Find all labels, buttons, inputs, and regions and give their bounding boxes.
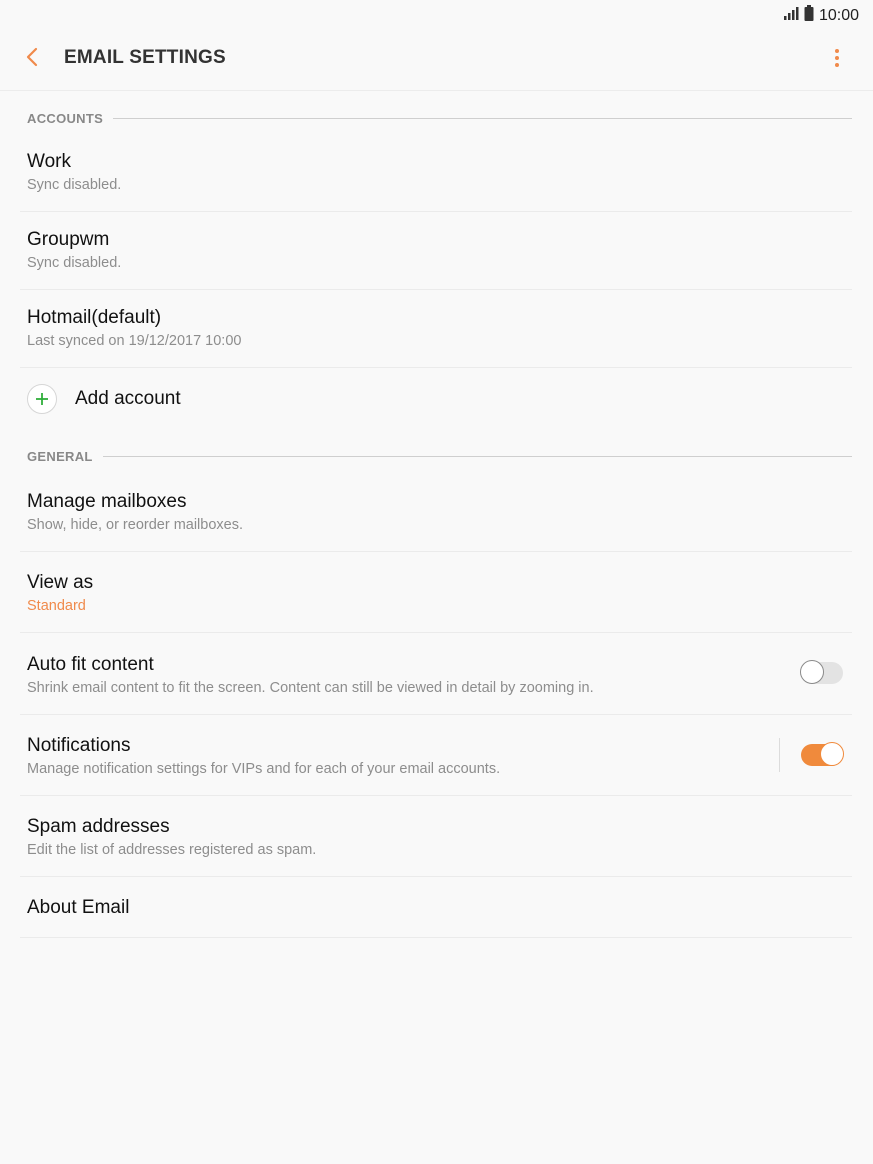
toggle-divider xyxy=(779,738,780,772)
more-options-button[interactable] xyxy=(823,46,851,74)
section-divider xyxy=(102,455,852,457)
account-row-hotmail[interactable]: Hotmail(default) Last synced on 19/12/20… xyxy=(20,290,852,368)
accounts-section-header: ACCOUNTS xyxy=(27,108,852,128)
item-title: View as xyxy=(27,572,94,593)
item-title: Auto fit content xyxy=(27,654,154,675)
account-row-work[interactable]: Work Sync disabled. xyxy=(20,134,852,212)
status-bar: 10:00 xyxy=(0,0,873,28)
account-title: Hotmail(default) xyxy=(27,307,162,328)
view-as-item[interactable]: View as Standard xyxy=(20,552,852,633)
item-title: Manage mailboxes xyxy=(27,491,187,512)
section-divider xyxy=(113,117,852,119)
about-email-item[interactable]: About Email xyxy=(20,877,852,938)
manage-mailboxes-item[interactable]: Manage mailboxes Show, hide, or reorder … xyxy=(20,472,852,552)
more-vertical-icon xyxy=(834,48,840,73)
plus-icon xyxy=(27,384,57,414)
account-subtitle: Sync disabled. xyxy=(27,255,122,271)
app-bar: EMAIL SETTINGS xyxy=(0,28,873,91)
auto-fit-content-toggle[interactable] xyxy=(800,660,843,684)
account-title: Groupwm xyxy=(27,229,110,250)
item-subtitle: Manage notification settings for VIPs an… xyxy=(27,761,501,777)
item-subtitle: Show, hide, or reorder mailboxes. xyxy=(27,517,243,533)
notifications-item[interactable]: Notifications Manage notification settin… xyxy=(20,715,852,796)
account-subtitle: Sync disabled. xyxy=(27,177,122,193)
toggle-knob xyxy=(820,742,844,766)
add-account-label: Add account xyxy=(75,388,181,409)
item-title: About Email xyxy=(27,897,130,918)
back-button[interactable] xyxy=(18,45,46,73)
spam-addresses-item[interactable]: Spam addresses Edit the list of addresse… xyxy=(20,796,852,877)
account-row-groupwm[interactable]: Groupwm Sync disabled. xyxy=(20,212,852,290)
section-label: ACCOUNTS xyxy=(27,110,104,126)
item-title: Notifications xyxy=(27,735,131,756)
section-label: GENERAL xyxy=(27,448,93,464)
item-subtitle: Edit the list of addresses registered as… xyxy=(27,842,317,858)
notifications-toggle[interactable] xyxy=(801,742,844,766)
general-section-header: GENERAL xyxy=(27,446,852,466)
battery-icon xyxy=(804,5,814,26)
add-account-button[interactable]: Add account xyxy=(20,368,852,430)
auto-fit-content-item[interactable]: Auto fit content Shrink email content to… xyxy=(20,633,852,715)
item-subtitle: Shrink email content to fit the screen. … xyxy=(27,680,594,696)
account-subtitle: Last synced on 19/12/2017 10:00 xyxy=(27,333,242,349)
toggle-knob xyxy=(800,660,824,684)
status-time: 10:00 xyxy=(818,6,859,24)
view-as-value: Standard xyxy=(27,598,86,614)
item-title: Spam addresses xyxy=(27,816,170,837)
chevron-left-icon xyxy=(25,47,39,72)
account-title: Work xyxy=(27,151,71,172)
signal-bars-icon xyxy=(783,6,799,25)
status-indicators: 10:00 xyxy=(783,5,859,26)
page-title: EMAIL SETTINGS xyxy=(64,47,226,68)
